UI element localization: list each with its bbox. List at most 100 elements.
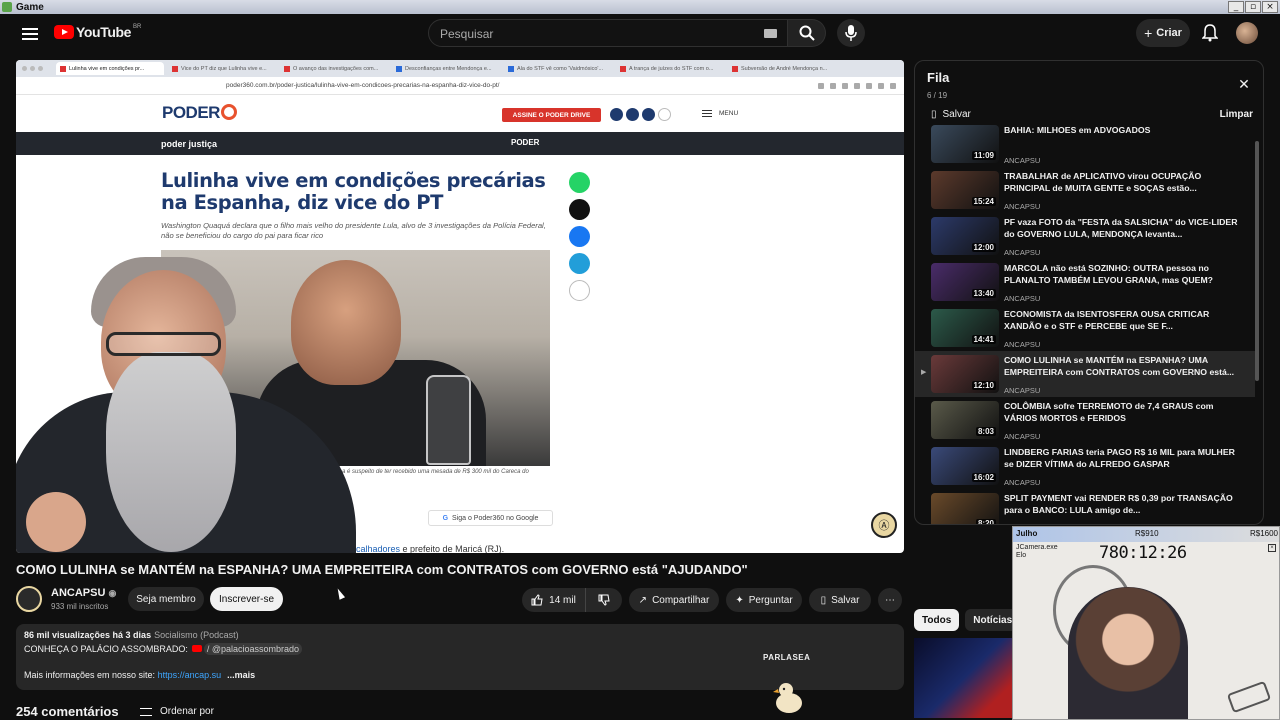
queue-position: 6 / 19 [927, 91, 948, 100]
voice-search-button[interactable] [837, 19, 865, 47]
webcam-close-icon[interactable]: × [1268, 544, 1276, 552]
queue-scrollbar[interactable] [1255, 141, 1259, 381]
queue-item[interactable]: 16:02 LINDBERG FARIAS teria PAGO R$ 16 MI… [915, 443, 1255, 489]
notifications-bell-icon[interactable] [1199, 22, 1221, 44]
bookmark-icon: ▯ [820, 594, 827, 606]
description-more: Mais informações em nosso site: https://… [24, 670, 256, 680]
create-button[interactable]: + Criar [1136, 19, 1190, 47]
poder360-logo: PODER [162, 103, 237, 123]
queue-panel: Fila 6 / 19 ✕ ▯ Salvar Limpar 11:09 BAHIA:… [914, 60, 1264, 525]
chip-all[interactable]: Todos [914, 609, 960, 631]
subscriber-count: 933 mil inscritos [51, 602, 109, 611]
subscribe-button[interactable]: Inscrever-se [210, 587, 283, 611]
queue-item-thumbnail: 12:10 [931, 355, 999, 393]
queue-item-title: COLÔMBIA sofre TERREMOTO de 7,4 GRAUS co… [1004, 401, 1214, 423]
channel-avatar[interactable] [16, 586, 42, 612]
more-actions-button[interactable]: ⋯ [878, 588, 902, 612]
description-tag: Socialismo (Podcast) [154, 630, 239, 640]
queue-item-duration: 8:03 [975, 427, 996, 436]
webcam-name: Julho [1016, 529, 1038, 538]
site-social-icons [610, 108, 671, 121]
youtube-logo[interactable]: YouTube BR [54, 24, 141, 40]
country-code: BR [133, 24, 142, 30]
facebook-icon [569, 226, 590, 247]
queue-item-thumbnail: 16:02 [931, 447, 999, 485]
sort-comments-button[interactable]: Ordenar por [140, 706, 214, 717]
share-icon: ↗ [638, 594, 648, 606]
parlasea-overlay-text: PARLASEA [763, 653, 811, 662]
channel-name[interactable]: ANCAPSU ◉ [51, 587, 116, 599]
join-button[interactable]: Seja membro [128, 587, 204, 611]
maximize-button[interactable]: ▫ [1245, 1, 1261, 13]
channel-watermark-icon[interactable]: Ⓐ [871, 512, 897, 538]
like-count: 14 mil [549, 594, 576, 606]
browser-tab: Subversão de André Mendonça n... [728, 62, 836, 75]
view-stats: 86 mil visualizações há 3 dias Socialismo… [24, 630, 239, 640]
queue-item-channel: ANCAPSU [1004, 202, 1041, 211]
app-icon [2, 2, 12, 12]
queue-item[interactable]: 14:41 ECONOMISTA da ISENTOSFERA OUSA CRIT… [915, 305, 1255, 351]
section-brand: PODER [511, 138, 540, 147]
queue-item-duration: 8:20 [975, 519, 996, 524]
queue-item-thumbnail: 15:24 [931, 171, 999, 209]
queue-item[interactable]: 12:00 PF vaza FOTO da "FESTA da SALSICHA"… [915, 213, 1255, 259]
logo-text: YouTube [76, 24, 132, 40]
queue-item[interactable]: ▶ 12:10 COMO LULINHA se MANTÉM na ESPANHA?… [915, 351, 1255, 397]
browser-tab: Ala do STF vê como 'Vaidmósico'... [504, 62, 612, 75]
queue-item-duration: 12:10 [971, 381, 996, 390]
video-browser-tabs: Lulinha vive em condições pr... Vice do … [16, 60, 904, 77]
article-lede: Washington Quaquá declara que o filho ma… [161, 221, 546, 240]
verified-icon: ◉ [108, 588, 117, 598]
queue-item-title: TRABALHAR de APLICATIVO virou OCUPAÇÃO P… [1004, 171, 1202, 193]
save-button[interactable]: ▯ Salvar [809, 588, 871, 612]
close-window-button[interactable]: × [1262, 1, 1278, 13]
webcam-label: JCamera.exe Elo [1016, 544, 1058, 559]
sparkle-icon: ✦ [735, 594, 744, 606]
minimize-button[interactable]: _ [1228, 1, 1244, 13]
ask-button[interactable]: ✦ Perguntar [726, 588, 802, 612]
website-link[interactable]: https://ancap.su [158, 670, 222, 680]
close-queue-icon[interactable]: ✕ [1235, 75, 1253, 93]
webcam-info-bar: Julho R$910 R$1600 [1013, 527, 1279, 542]
show-more-link[interactable]: ...mais [227, 670, 255, 680]
section-label: poder justiça [161, 139, 218, 149]
menu-icon [702, 110, 712, 117]
search-input[interactable]: Pesquisar [428, 19, 788, 47]
like-dislike-group: 14 mil [522, 588, 622, 612]
video-player[interactable]: Lulinha vive em condições pr... Vice do … [16, 60, 904, 553]
search-button[interactable] [788, 19, 826, 47]
browser-window-dots [22, 66, 43, 71]
google-follow-button: G Siga o Poder360 no Google [428, 510, 553, 526]
queue-item[interactable]: 8:03 COLÔMBIA sofre TERREMOTO de 7,4 GRAU… [915, 397, 1255, 443]
browser-tab: Desconfianças entre Mendonça e... [392, 62, 500, 75]
share-button[interactable]: ↗ Compartilhar [629, 588, 719, 612]
dislike-button[interactable] [586, 588, 622, 612]
queue-item[interactable]: 13:40 MARCOLA não está SOZINHO: OUTRA pes… [915, 259, 1255, 305]
like-button[interactable]: 14 mil [522, 588, 586, 612]
queue-save-button[interactable]: ▯ Salvar [931, 109, 971, 120]
channel-handle-link[interactable]: / @palacioassombrado [203, 643, 303, 655]
telegram-icon [569, 253, 590, 274]
queue-clear-button[interactable]: Limpar [1220, 109, 1253, 120]
youtube-play-icon [54, 25, 74, 39]
user-avatar[interactable] [1236, 22, 1258, 44]
queue-item-thumbnail: 14:41 [931, 309, 999, 347]
video-url: poder360.com.br/poder-justica/lulinha-vi… [226, 82, 500, 89]
queue-item[interactable]: 15:24 TRABALHAR de APLICATIVO virou OCUPA… [915, 167, 1255, 213]
site-menu: MENU [702, 110, 738, 117]
queue-item-thumbnail: 8:20 [931, 493, 999, 524]
keyboard-icon[interactable] [764, 29, 777, 38]
queue-item[interactable]: 11:09 BAHIA: MILHOES em ADVOGADOS ANCAPSU [915, 121, 1255, 167]
hamburger-menu-icon[interactable] [18, 22, 42, 46]
google-icon: G [442, 514, 449, 522]
description-line: CONHEÇA O PALÁCIO ASSOMBRADO: / @palacioa… [24, 643, 303, 655]
presenter-webcam [16, 252, 356, 553]
browser-tab: A trança de juízes do STF com o... [616, 62, 724, 75]
mouse-cursor-icon [334, 587, 346, 600]
related-video-thumbnail[interactable] [914, 638, 1014, 718]
queue-item-duration: 15:24 [971, 197, 996, 206]
queue-item-channel: ANCAPSU [1004, 432, 1041, 441]
webcam-value-1: R$910 [1135, 529, 1159, 538]
queue-item-thumbnail: 12:00 [931, 217, 999, 255]
queue-item[interactable]: 8:20 SPLIT PAYMENT vai RENDER R$ 0,39 por… [915, 489, 1255, 524]
